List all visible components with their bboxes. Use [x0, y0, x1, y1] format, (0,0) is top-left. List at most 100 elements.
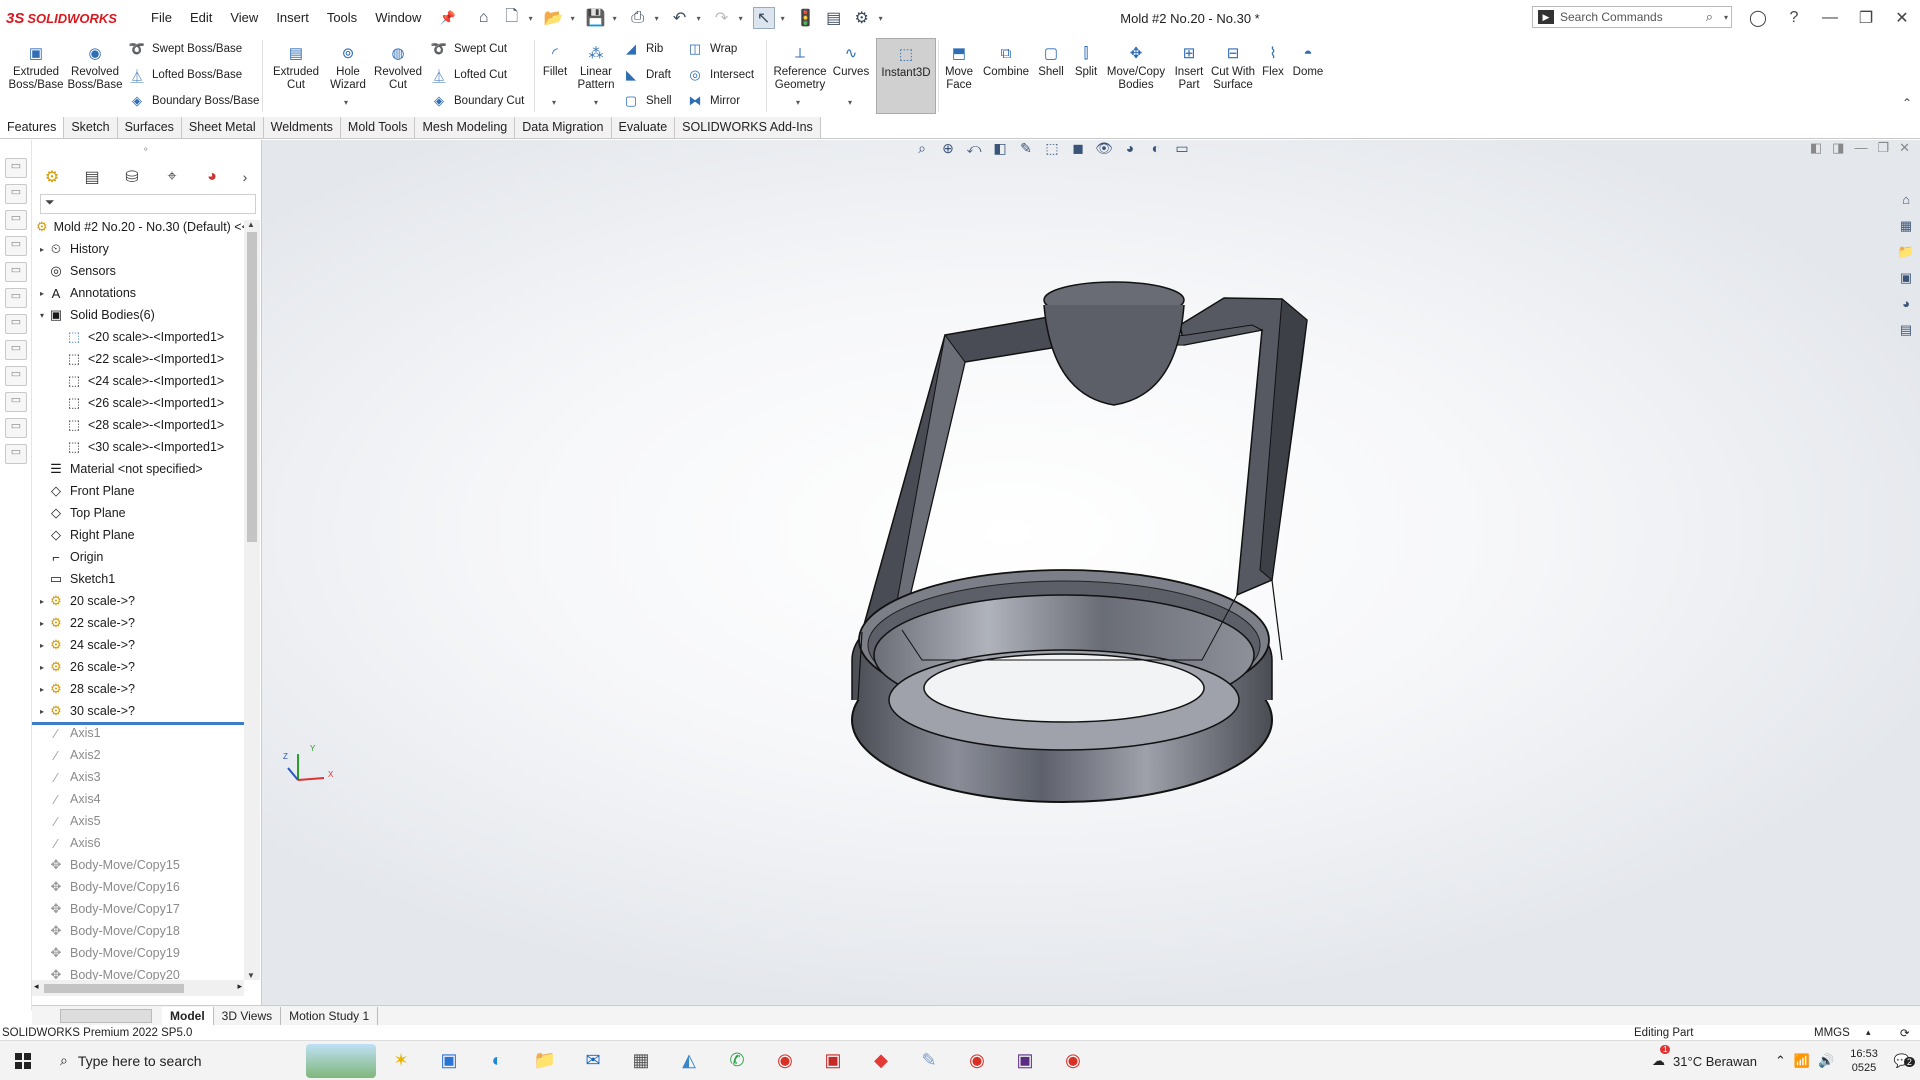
- curves-button[interactable]: ∿ Curves: [830, 42, 872, 79]
- search-dropdown-icon[interactable]: ▾: [1724, 13, 1728, 22]
- fillet-button[interactable]: ◜ Fillet: [538, 42, 572, 79]
- strip-tool-icon[interactable]: ▭: [5, 210, 27, 230]
- tree-item-suppressed[interactable]: ⁄ Axis3: [32, 766, 244, 788]
- print-dropdown-icon[interactable]: ▾: [655, 14, 663, 23]
- search-commands-input[interactable]: ▶ Search Commands ⌕ ▾: [1532, 6, 1732, 28]
- tree-vertical-scrollbar[interactable]: ▲ ▼: [244, 220, 260, 980]
- reference-geometry-dropdown-icon[interactable]: ▾: [796, 98, 800, 107]
- lofted-cut-button[interactable]: ⏅ Lofted Cut: [430, 66, 507, 84]
- tree-item-suppressed[interactable]: ✥ Body-Move/Copy18: [32, 920, 244, 942]
- strip-tool-icon[interactable]: ▭: [5, 366, 27, 386]
- instant3d-button[interactable]: ⬚ Instant3D: [876, 38, 936, 114]
- tree-item[interactable]: ◇ Front Plane: [32, 480, 244, 502]
- weather-text[interactable]: 31°C Berawan: [1673, 1054, 1757, 1069]
- graphics-area[interactable]: ⌕ ⊕ ⤺ ◧ ✎ ⬚ ◼ 👁 ◕ ◐ ▭ ◧ ◨ — ❐ ✕ ⌂ ▦ 📁 ▣ …: [262, 140, 1920, 1010]
- strip-tool-icon[interactable]: ▭: [5, 418, 27, 438]
- configuration-manager-tab-icon[interactable]: ⛁: [112, 164, 152, 190]
- outlook-icon[interactable]: ✉: [576, 1044, 610, 1078]
- extruded-boss-button[interactable]: ▣ Extruded Boss/Base: [8, 42, 64, 92]
- tree-horizontal-scrollbar[interactable]: ◂ ▸: [32, 980, 244, 996]
- wrap-button[interactable]: ◫ Wrap: [686, 40, 737, 58]
- search-icon[interactable]: ⌕: [1706, 9, 1713, 25]
- tree-item[interactable]: ⬚ <28 scale>-<Imported1>: [32, 414, 244, 436]
- strip-tool-icon[interactable]: ▭: [5, 236, 27, 256]
- whatsapp-icon[interactable]: ✆: [720, 1044, 754, 1078]
- taskbar-search-input[interactable]: ⌕ Type here to search: [46, 1041, 326, 1080]
- hole-wizard-dropdown-icon[interactable]: ▾: [344, 98, 348, 107]
- tree-item[interactable]: ◇ Top Plane: [32, 502, 244, 524]
- strip-tool-icon[interactable]: ▭: [5, 444, 27, 464]
- chrome-profile-2-icon[interactable]: ◉: [1056, 1044, 1090, 1078]
- tree-item[interactable]: ▸ ⚙ 20 scale->?: [32, 590, 244, 612]
- microsoft-store-icon[interactable]: ▣: [432, 1044, 466, 1078]
- clock[interactable]: 16:53 0525: [1850, 1047, 1878, 1075]
- strip-tool-icon[interactable]: ▭: [5, 288, 27, 308]
- tree-expander-icon[interactable]: ▸: [36, 707, 48, 716]
- open-dropdown-icon[interactable]: ▾: [571, 14, 579, 23]
- save-dropdown-icon[interactable]: ▾: [613, 14, 621, 23]
- options-gear-icon[interactable]: ⚙: [851, 7, 873, 29]
- tab-scroll-nav[interactable]: [60, 1008, 152, 1023]
- tree-item[interactable]: ▸ ⏲ History: [32, 238, 244, 260]
- redo-icon[interactable]: ↷: [711, 7, 733, 29]
- boundary-boss-button[interactable]: ◈ Boundary Boss/Base: [128, 92, 259, 110]
- tree-filter-input[interactable]: ⏷: [40, 194, 256, 214]
- units-selector[interactable]: MMGS: [1814, 1027, 1850, 1039]
- tab-3d-views[interactable]: 3D Views: [214, 1006, 282, 1025]
- scroll-right-icon[interactable]: ▸: [237, 981, 242, 992]
- tree-item[interactable]: ▸ ⚙ 30 scale->?: [32, 700, 244, 722]
- rib-button[interactable]: ◢ Rib: [622, 40, 663, 58]
- calculator-icon[interactable]: ▦: [624, 1044, 658, 1078]
- volume-icon[interactable]: 🔊: [1818, 1053, 1834, 1069]
- tab-surfaces[interactable]: Surfaces: [117, 117, 182, 138]
- panel-grip-icon[interactable]: ⚬: [142, 144, 150, 155]
- tree-item[interactable]: ▭ Sketch1: [32, 568, 244, 590]
- reference-geometry-button[interactable]: ⟂ Reference Geometry: [770, 42, 830, 92]
- tree-item-suppressed[interactable]: ✥ Body-Move/Copy19: [32, 942, 244, 964]
- tree-expander-icon[interactable]: ▸: [36, 663, 48, 672]
- fillet-dropdown-icon[interactable]: ▾: [552, 98, 556, 107]
- tree-item[interactable]: ▸ A Annotations: [32, 282, 244, 304]
- scroll-down-icon[interactable]: ▼: [247, 971, 255, 980]
- undo-dropdown-icon[interactable]: ▾: [697, 14, 705, 23]
- move-copy-bodies-button[interactable]: ✥ Move/Copy Bodies: [1104, 42, 1168, 92]
- new-document-icon[interactable]: 🗋: [501, 7, 523, 29]
- hscroll-thumb[interactable]: [44, 984, 184, 993]
- expand-panel-icon[interactable]: ›: [234, 164, 256, 190]
- combine-button[interactable]: ⧉ Combine: [980, 42, 1032, 79]
- tree-item[interactable]: ▸ ⚙ 24 scale->?: [32, 634, 244, 656]
- tree-item[interactable]: ⬚ <20 scale>-<Imported1>: [32, 326, 244, 348]
- tree-item-suppressed[interactable]: ✥ Body-Move/Copy17: [32, 898, 244, 920]
- shell-small-button[interactable]: ▢ Shell: [622, 92, 672, 110]
- dome-button[interactable]: ◓ Dome: [1290, 42, 1326, 79]
- tree-expander-icon[interactable]: ▸: [36, 245, 48, 254]
- extruded-cut-button[interactable]: ▤ Extruded Cut: [268, 42, 324, 92]
- tree-root[interactable]: ⚙ Mold #2 No.20 - No.30 (Default) <<: [32, 216, 249, 238]
- tab-mold-tools[interactable]: Mold Tools: [340, 117, 416, 138]
- tab-features[interactable]: Features: [0, 117, 65, 138]
- scroll-left-icon[interactable]: ◂: [34, 981, 39, 992]
- tree-item-suppressed[interactable]: ⁄ Axis4: [32, 788, 244, 810]
- strip-tool-icon[interactable]: ▭: [5, 340, 27, 360]
- tree-item[interactable]: ▸ ⚙ 22 scale->?: [32, 612, 244, 634]
- tab-sketch[interactable]: Sketch: [64, 117, 118, 138]
- mirror-button[interactable]: ⧓ Mirror: [686, 92, 741, 110]
- solidworks-taskbar-icon[interactable]: ▣: [816, 1044, 850, 1078]
- tree-expander-icon[interactable]: ▸: [36, 289, 48, 298]
- boundary-cut-button[interactable]: ◈ Boundary Cut: [430, 92, 524, 110]
- tree-item-suppressed[interactable]: ⁄ Axis2: [32, 744, 244, 766]
- property-manager-tab-icon[interactable]: ▤: [72, 164, 112, 190]
- dimxpert-tab-icon[interactable]: ⌖: [152, 164, 192, 190]
- tray-expand-icon[interactable]: ⌃: [1775, 1053, 1786, 1069]
- draft-button[interactable]: ◣ Draft: [622, 66, 671, 84]
- tab-motion-study[interactable]: Motion Study 1: [281, 1006, 379, 1025]
- tab-mesh-modeling[interactable]: Mesh Modeling: [415, 117, 516, 138]
- tree-item[interactable]: ⬚ <22 scale>-<Imported1>: [32, 348, 244, 370]
- tab-weldments[interactable]: Weldments: [263, 117, 341, 138]
- widgets-app-icon[interactable]: ✶: [384, 1044, 418, 1078]
- move-face-button[interactable]: ⬒ Move Face: [940, 42, 978, 92]
- tab-evaluate[interactable]: Evaluate: [611, 117, 676, 138]
- tree-item[interactable]: ◇ Right Plane: [32, 524, 244, 546]
- tree-item[interactable]: ◎ Sensors: [32, 260, 244, 282]
- file-properties-icon[interactable]: ▤: [823, 7, 845, 29]
